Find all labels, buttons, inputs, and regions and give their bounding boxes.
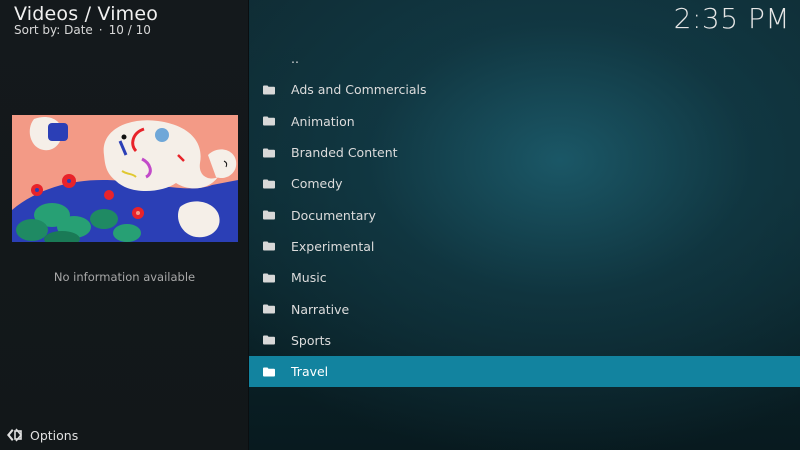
sort-label[interactable]: Sort by: Date — [14, 23, 93, 37]
list-item-label: Ads and Commercials — [291, 82, 427, 98]
list-item-label: Travel — [291, 364, 329, 380]
folder-icon — [263, 116, 275, 126]
page-title: Videos / Vimeo — [14, 3, 159, 25]
options-button[interactable]: Options — [6, 426, 78, 444]
folder-icon — [263, 179, 275, 189]
list-item-label: Branded Content — [291, 145, 398, 161]
list-item-label: Sports — [291, 332, 332, 348]
list-item[interactable]: Comedy — [249, 168, 800, 199]
item-count: 10 / 10 — [108, 23, 151, 37]
options-icon — [7, 428, 22, 442]
list-item-label: .. — [291, 51, 299, 67]
list-item-selected[interactable]: Travel — [249, 355, 800, 388]
list-item-label: Documentary — [291, 207, 376, 223]
sort-info: Sort by: Date · 10 / 10 — [14, 23, 151, 37]
separator: · — [98, 23, 103, 37]
list-item[interactable]: Experimental — [249, 231, 800, 262]
clock: 2:35 PM — [673, 2, 790, 35]
list-item[interactable]: Ads and Commercials — [249, 74, 800, 105]
list-item-parent[interactable]: .. — [249, 43, 800, 74]
list-item-label: Narrative — [291, 301, 350, 317]
folder-icon — [263, 273, 275, 283]
list-item[interactable]: Branded Content — [249, 137, 800, 168]
folder-icon — [263, 148, 275, 158]
folder-icon — [263, 367, 275, 377]
options-label: Options — [30, 427, 79, 443]
folder-icon — [263, 210, 275, 220]
no-info-text: No information available — [53, 270, 196, 284]
list-item[interactable]: Narrative — [249, 293, 800, 324]
folder-icon — [263, 241, 275, 251]
list-item-label: Music — [291, 270, 327, 286]
info-panel: No information available — [0, 0, 249, 450]
list-item[interactable]: Sports — [249, 325, 800, 356]
list-item[interactable]: Music — [249, 262, 800, 293]
folder-list: .. Ads and Commercials Animation Branded… — [249, 43, 800, 388]
thumbnail-image — [12, 115, 238, 242]
folder-icon — [263, 304, 275, 314]
list-item[interactable]: Documentary — [249, 199, 800, 230]
folder-icon — [263, 85, 275, 95]
list-item-label: Experimental — [291, 238, 375, 254]
list-item-label: Comedy — [291, 176, 343, 192]
list-item-label: Animation — [291, 113, 355, 129]
folder-icon — [263, 335, 275, 345]
list-item[interactable]: Animation — [249, 106, 800, 137]
